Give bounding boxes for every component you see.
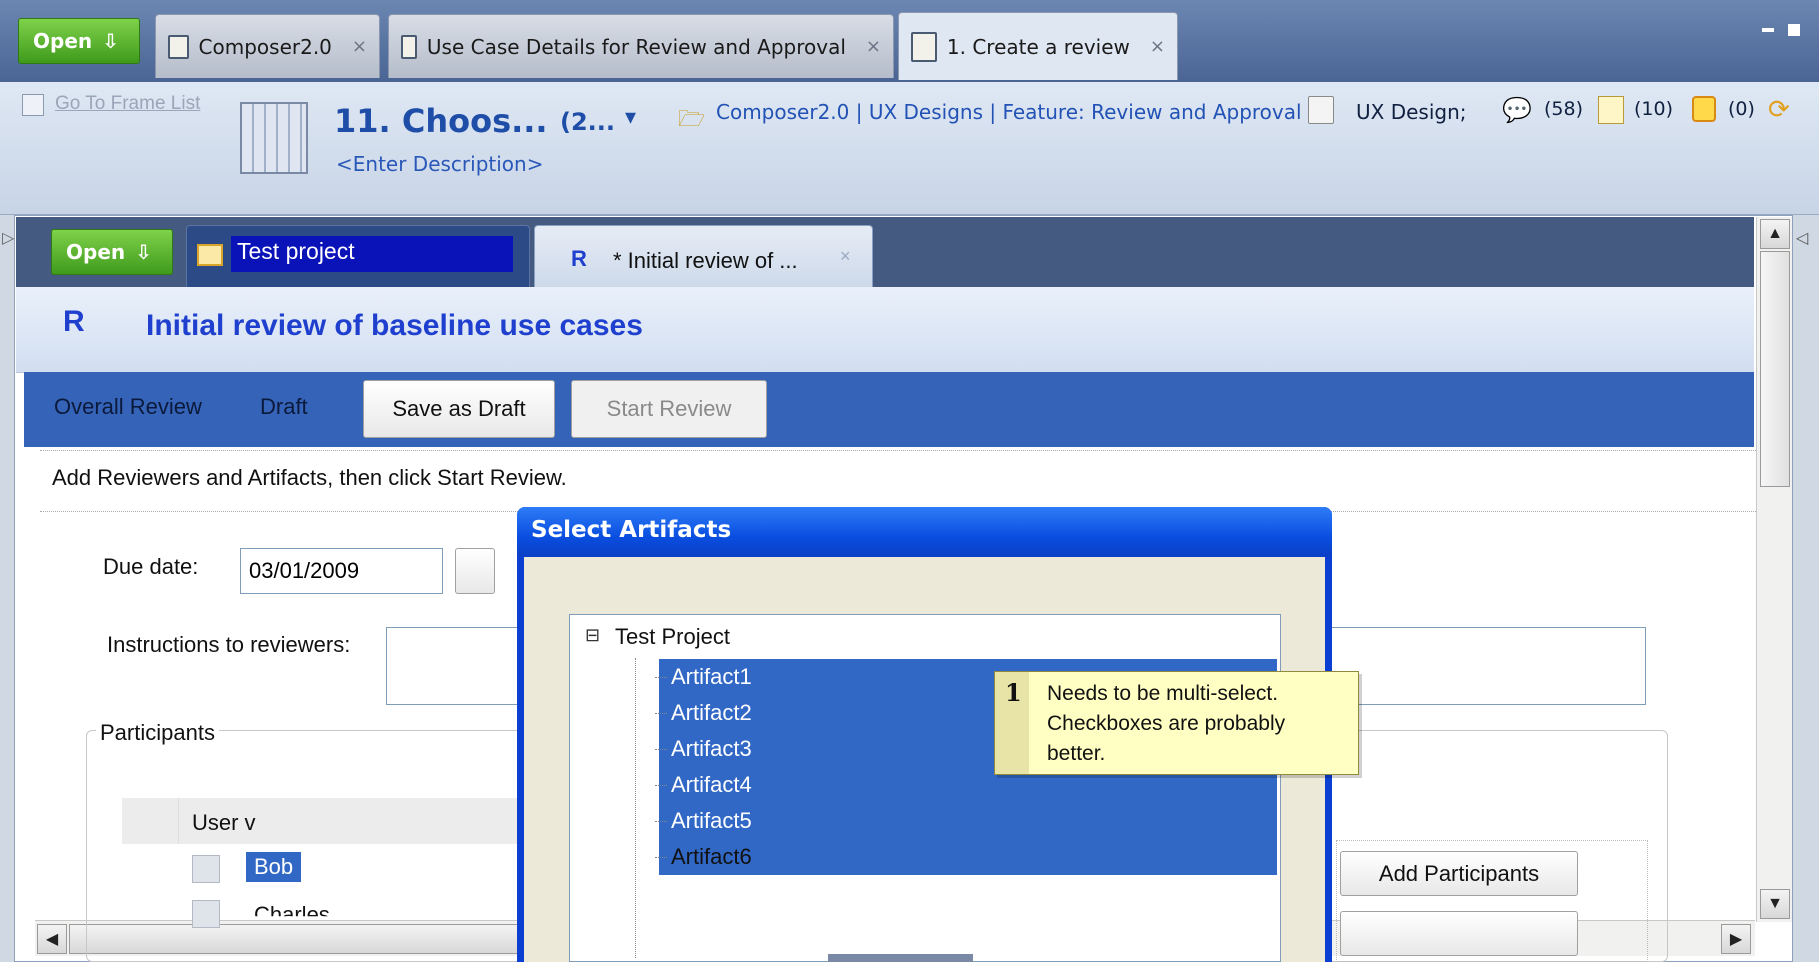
tree-item-artifact6[interactable]: Artifact6 — [655, 839, 752, 875]
folder-icon: 🗁 — [678, 106, 706, 131]
tree-root-test-project[interactable]: Test Project — [615, 624, 730, 650]
close-icon[interactable]: × — [352, 36, 367, 57]
flags-count: (0) — [1728, 98, 1755, 120]
dialog-title: Select Artifacts — [517, 507, 1332, 557]
minimize-icon[interactable] — [1762, 28, 1774, 32]
folder-icon — [197, 244, 223, 266]
tab-label: Test project — [231, 236, 513, 272]
annotation-number: 1 — [1005, 678, 1022, 707]
close-icon[interactable]: × — [866, 36, 881, 57]
status-label: Draft — [260, 394, 308, 419]
inner-tab-bar: Open ⇩ Test project R * Initial review o… — [16, 217, 1754, 287]
frame-dropdown-chevron-icon[interactable]: ▾ — [625, 104, 636, 130]
add-participants-button[interactable]: Add Participants — [1340, 851, 1578, 896]
scroll-up-icon[interactable]: ▲ — [1760, 219, 1790, 249]
annotation-note: 1 Needs to be multi-select. Checkboxes a… — [994, 671, 1359, 775]
participants-label: Participants — [96, 720, 219, 746]
user-avatar — [192, 900, 220, 928]
comments-count: (58) — [1544, 98, 1584, 120]
scroll-left-icon[interactable]: ◀ — [37, 924, 67, 954]
outer-tab-bar: Open ⇩ Composer2.0 × Use Case Details fo… — [0, 0, 1819, 82]
tab-test-project[interactable]: Test project — [186, 225, 530, 287]
hint-area: Add Reviewers and Artifacts, then click … — [40, 450, 1756, 512]
category-icon — [1308, 96, 1334, 124]
collapse-right-icon[interactable]: ◁ — [1796, 228, 1808, 248]
frame-header: Go To Frame List 11. Choos... (2... ▾ <E… — [0, 82, 1819, 215]
tab-label: Use Case Details for Review and Approval — [426, 34, 846, 59]
tab-label: * Initial review of ... — [613, 248, 798, 273]
collapse-icon[interactable]: ⊟ — [585, 625, 600, 646]
tab-label: Composer2.0 — [198, 34, 332, 59]
close-icon[interactable]: × — [840, 246, 851, 267]
tree-item-artifact5[interactable]: Artifact5 — [655, 803, 752, 839]
tree-item-artifact4[interactable]: Artifact4 — [655, 767, 752, 803]
refresh-icon[interactable]: ⟳ — [1768, 94, 1790, 125]
vertical-scroll-thumb[interactable] — [1760, 251, 1790, 487]
inner-open-button[interactable]: Open ⇩ — [51, 229, 173, 275]
go-to-frame-list-link[interactable]: Go To Frame List — [55, 93, 200, 115]
down-arrow-icon: ⇩ — [135, 240, 152, 264]
open-button-label: Open — [33, 29, 93, 53]
frame-list-icon — [22, 94, 44, 116]
storyboard-icon — [240, 102, 308, 174]
flag-icon[interactable] — [1692, 96, 1716, 122]
due-date-label: Due date: — [103, 554, 199, 579]
due-date-input[interactable] — [240, 548, 443, 594]
annotation-text-line: Needs to be multi-select. — [1047, 682, 1279, 705]
breadcrumb[interactable]: Composer2.0 | UX Designs | Feature: Revi… — [716, 100, 1302, 124]
participants-table-header: User v — [122, 798, 532, 844]
review-toolbar: Overall Review Draft Save as Draft Start… — [24, 372, 1754, 447]
tab-use-case-details[interactable]: Use Case Details for Review and Approval… — [388, 14, 894, 78]
frame-title: 11. Choos... — [334, 102, 548, 140]
review-title: Initial review of baseline use cases — [146, 309, 643, 342]
close-icon[interactable]: × — [1150, 36, 1165, 57]
remove-participants-button[interactable] — [1340, 911, 1578, 956]
category-label: UX Design; — [1356, 100, 1467, 124]
review-type-icon: R — [63, 305, 85, 338]
annotation-text-line: better. — [1047, 742, 1106, 765]
user-avatar — [192, 855, 220, 883]
document-icon — [401, 34, 417, 59]
tab-label: 1. Create a review — [946, 34, 1130, 59]
save-as-draft-button[interactable]: Save as Draft — [363, 380, 555, 438]
tree-item-artifact3[interactable]: Artifact3 — [655, 731, 752, 767]
resize-handle[interactable] — [828, 954, 973, 962]
instructions-hint: Add Reviewers and Artifacts, then click … — [52, 465, 567, 490]
instructions-label: Instructions to reviewers: — [107, 632, 351, 657]
tab-composer[interactable]: Composer2.0 × — [155, 14, 380, 78]
tab-create-review[interactable]: 1. Create a review × — [898, 12, 1178, 80]
comment-icon[interactable]: 💬 — [1502, 96, 1532, 125]
description-field[interactable]: <Enter Description> — [336, 152, 543, 176]
expand-left-icon[interactable]: ▷ — [2, 228, 14, 248]
frame-count: (2... — [560, 108, 616, 136]
tree-item-artifact1[interactable]: Artifact1 — [655, 659, 752, 695]
calendar-button[interactable] — [455, 548, 495, 594]
annotation-text-line: Checkboxes are probably — [1047, 712, 1286, 735]
overall-review-label: Overall Review — [54, 394, 202, 419]
vertical-scrollbar[interactable]: ▲ ▼ — [1756, 217, 1792, 922]
scroll-right-icon[interactable]: ▶ — [1721, 924, 1751, 954]
user-column-header[interactable]: User v — [192, 810, 256, 836]
note-icon[interactable] — [1598, 96, 1624, 124]
artifact-tree[interactable]: ⊟ Test Project Artifact1 Artifact2 Artif… — [569, 614, 1281, 962]
review-title-bar: R Initial review of baseline use cases — [16, 287, 1754, 373]
frame-icon — [911, 31, 937, 62]
start-review-button[interactable]: Start Review — [571, 380, 767, 438]
scroll-down-icon[interactable]: ▼ — [1760, 889, 1790, 919]
down-arrow-icon: ⇩ — [102, 29, 119, 53]
review-type-icon: R — [571, 246, 587, 271]
notes-count: (10) — [1634, 98, 1674, 120]
tree-item-artifact2[interactable]: Artifact2 — [655, 695, 752, 731]
participant-row[interactable]: Bob — [246, 852, 302, 882]
project-icon — [168, 34, 189, 59]
maximize-icon[interactable] — [1788, 24, 1800, 36]
open-button-label: Open — [66, 240, 126, 264]
open-button[interactable]: Open ⇩ — [18, 18, 140, 64]
tab-initial-review[interactable]: R * Initial review of ... × — [534, 225, 873, 287]
